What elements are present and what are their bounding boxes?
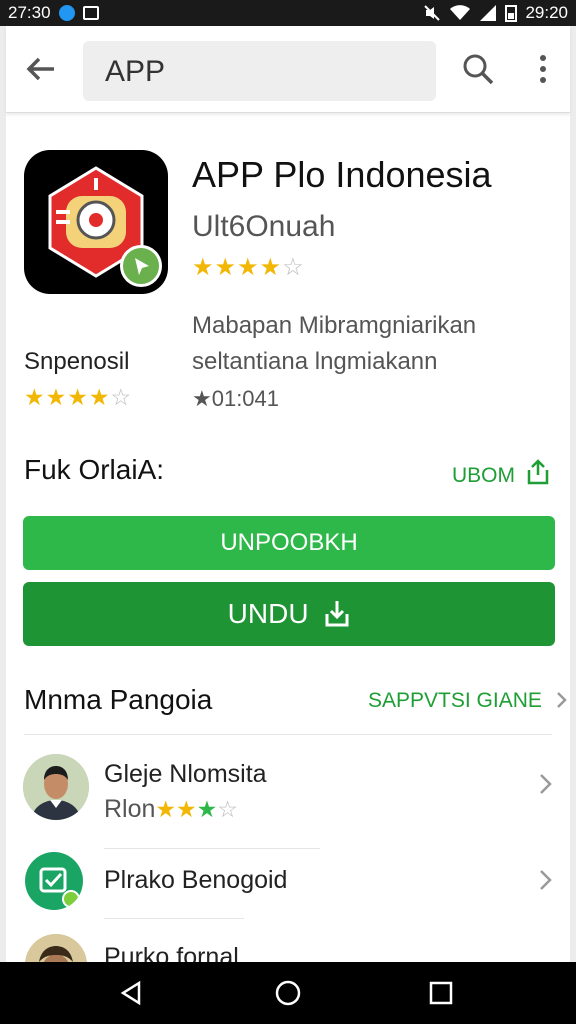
app-icon (24, 150, 168, 294)
list-item-stars: ★★★☆ (155, 796, 238, 822)
list-item-title[interactable]: Plrako Benogoid (104, 866, 287, 895)
top-bar: APP (6, 26, 570, 113)
divider (24, 734, 552, 735)
chevron-right-icon (556, 692, 567, 708)
divider (104, 848, 320, 849)
nav-recents-icon[interactable] (429, 981, 453, 1005)
search-icon[interactable] (461, 52, 495, 86)
review-count: ★01:041 (192, 386, 280, 411)
verified-badge-icon (120, 245, 162, 287)
app-rating-stars: ★★★★☆ (192, 254, 305, 281)
search-input[interactable]: APP (83, 41, 436, 101)
list-item-subtitle-label: Rlon (104, 795, 156, 823)
navigation-bar (0, 962, 576, 1024)
reviews-heading: Mnma Pangoia (24, 684, 213, 715)
description-line-1: Mabapan Mibramgniarikan (192, 312, 477, 339)
nav-home-icon[interactable] (275, 980, 301, 1006)
signal-icon (480, 5, 497, 21)
mute-icon (424, 5, 441, 21)
share-link-label: UBOM (452, 464, 515, 487)
description-line-2: seltantiana lngmiakann (192, 348, 438, 375)
more-options-icon[interactable] (531, 52, 555, 86)
back-arrow-icon[interactable] (24, 52, 58, 86)
install-button[interactable]: UNDU (23, 582, 555, 646)
nav-back-icon[interactable] (118, 980, 144, 1006)
app-title: APP Plo Indonesia (192, 154, 492, 195)
app-notification-icon (82, 6, 99, 20)
divider (104, 918, 244, 919)
chevron-right-icon[interactable] (537, 868, 553, 892)
clock-right: 29:20 (525, 3, 568, 22)
status-bar: 27:30 29:20 (0, 0, 576, 26)
search-query: APP (105, 55, 166, 88)
content-card: APP APP Plo Indonesia Ult6Onuah ★★★★☆ Ma… (6, 26, 570, 996)
secondary-rating-stars: ★★★★☆ (24, 384, 133, 410)
share-link[interactable]: UBOM (452, 458, 551, 488)
avatar (23, 754, 89, 820)
download-icon (325, 601, 349, 627)
share-icon (527, 459, 549, 485)
clock-left: 27:30 (8, 3, 51, 22)
wifi-icon (450, 5, 471, 20)
section-heading: Fuk OrlaiA: (24, 454, 165, 485)
category-label: Snpenosil (24, 348, 130, 375)
install-button-label: UNDU (227, 598, 309, 629)
battery-icon (505, 5, 518, 22)
chevron-right-icon[interactable] (537, 772, 553, 796)
list-item-subtitle: Rlon★★★☆ (104, 795, 238, 824)
list-item-title[interactable]: Gleje Nlomsita (104, 760, 267, 789)
primary-button[interactable]: UNPOOBKH (23, 516, 555, 570)
developer-name[interactable]: Ult6Onuah (192, 210, 335, 244)
checklist-avatar-icon (25, 852, 83, 910)
see-all-label: SAPPVTSI GIANE (368, 689, 542, 712)
see-all-link[interactable]: SAPPVTSI GIANE (368, 689, 568, 713)
notification-icon (58, 5, 75, 21)
